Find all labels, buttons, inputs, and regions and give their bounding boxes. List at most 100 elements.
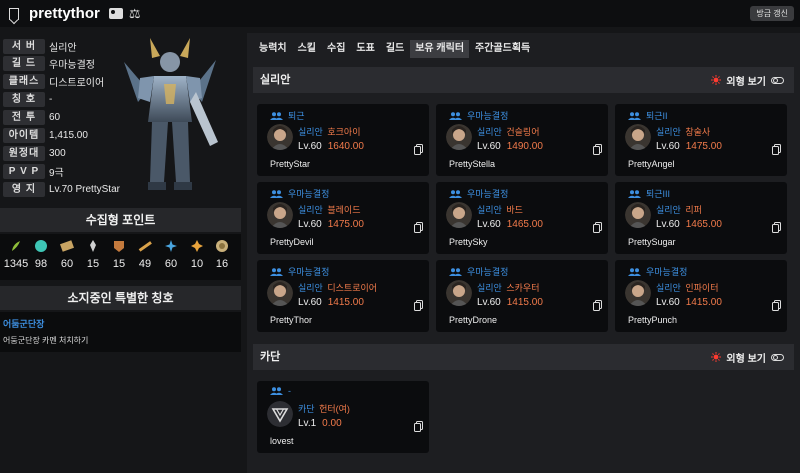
- id-card-icon[interactable]: [108, 8, 123, 19]
- info-label: 클래스: [3, 74, 45, 89]
- collect-point-value: 60: [60, 258, 74, 270]
- character-card[interactable]: 우마능결정 실리안 인파이터 Lv.60 1415.00 PrettyPunch: [615, 260, 787, 332]
- card-guild: 우마능결정: [449, 187, 508, 200]
- collect-point[interactable]: 10: [184, 234, 210, 270]
- bookmark-icon[interactable]: [9, 7, 19, 20]
- hunter-emblem-icon: [267, 401, 293, 427]
- copy-icon[interactable]: [414, 421, 423, 432]
- collect-point[interactable]: 1345: [3, 234, 29, 270]
- collect-point-value: 16: [215, 258, 229, 270]
- toggle-icon[interactable]: [771, 353, 784, 361]
- card-character-name: PrettySugar: [628, 237, 676, 247]
- collect-point-value: 10: [190, 258, 204, 270]
- copy-icon[interactable]: [414, 144, 423, 155]
- card-level-line: Lv.60 1475.00: [656, 141, 722, 152]
- card-character-name: PrettyStella: [449, 159, 496, 169]
- collect-point[interactable]: 60: [54, 234, 80, 270]
- card-level: Lv.60: [656, 297, 680, 308]
- info-value: Lv.70 PrettyStar: [49, 184, 120, 195]
- tab-skills[interactable]: 스킬: [293, 40, 321, 58]
- card-class: 창술사: [685, 127, 711, 137]
- scale-icon[interactable]: ⚖: [129, 7, 141, 20]
- card-server: 카단: [298, 404, 315, 414]
- mokoko-seed-icon: [12, 241, 20, 251]
- collect-point[interactable]: 15: [106, 234, 132, 270]
- card-guild: 우마능결정: [449, 109, 508, 122]
- special-title-item: 어둠군단장 어둠군단장 카멘 처치하기: [0, 312, 241, 352]
- copy-icon[interactable]: [414, 222, 423, 233]
- info-row-item-level: 아이템 1,415.00: [3, 127, 88, 144]
- copy-icon[interactable]: [593, 300, 602, 311]
- card-level-line: Lv.60 1490.00: [477, 141, 543, 152]
- card-guild-name: 우마능결정: [467, 111, 509, 121]
- card-level: Lv.60: [477, 297, 501, 308]
- collect-point-value: 1345: [3, 258, 29, 270]
- refresh-button[interactable]: 방금 갱신: [750, 6, 794, 21]
- card-server: 실리안: [656, 127, 681, 137]
- tab-guild[interactable]: 길드: [381, 40, 409, 58]
- character-card[interactable]: 우마능결정 실리안 바드 Lv.60 1465.00 PrettySky: [436, 182, 608, 254]
- character-card[interactable]: 우마능결정 실리안 스카우터 Lv.60 1415.00 PrettyDrone: [436, 260, 608, 332]
- copy-icon[interactable]: [772, 300, 781, 311]
- collect-point-value: 49: [138, 258, 152, 270]
- info-row-combat: 전 투 60: [3, 109, 60, 126]
- character-card[interactable]: 퇴근II 실리안 창술사 Lv.60 1475.00 PrettyAngel: [615, 104, 787, 176]
- tab-stats[interactable]: 능력치: [254, 40, 292, 58]
- character-card[interactable]: 퇴근III 실리안 리퍼 Lv.60 1465.00 PrettySugar: [615, 182, 787, 254]
- card-guild: 퇴근III: [628, 187, 670, 200]
- server-section-header: 실리안 외형 보기: [253, 67, 794, 93]
- character-name-title: prettythor: [29, 5, 100, 22]
- card-guild: 우마능결정: [449, 265, 508, 278]
- toggle-icon[interactable]: [771, 76, 784, 84]
- collect-point[interactable]: 16: [209, 234, 235, 270]
- card-class: 블레이드: [327, 205, 361, 215]
- tab-characters[interactable]: 보유 캐릭터: [410, 40, 470, 58]
- view-appearance-button[interactable]: 외형 보기: [711, 344, 784, 370]
- card-character-name: PrettyAngel: [628, 159, 675, 169]
- character-avatar: [625, 280, 651, 306]
- card-level-line: Lv.60 1475.00: [298, 219, 364, 230]
- guild-members-icon: [449, 189, 462, 198]
- collect-point[interactable]: 15: [80, 234, 106, 270]
- card-server: 실리안: [298, 283, 323, 293]
- card-level-line: Lv.60 1465.00: [477, 219, 543, 230]
- view-appearance-button[interactable]: 외형 보기: [711, 67, 784, 93]
- info-value: 9극: [49, 168, 64, 179]
- card-guild-name: 퇴근II: [646, 111, 668, 121]
- island-heart-icon: [35, 240, 47, 252]
- copy-icon[interactable]: [593, 222, 602, 233]
- card-guild-name: 우마능결정: [467, 267, 509, 277]
- collect-point[interactable]: 49: [132, 234, 158, 270]
- card-guild-name: 우마능결정: [288, 267, 330, 277]
- collect-point[interactable]: 98: [28, 234, 54, 270]
- info-row-server: 서 버 실리안: [3, 38, 77, 55]
- card-guild: 퇴근: [270, 109, 305, 122]
- card-guild: 우마능결정: [270, 265, 329, 278]
- copy-icon[interactable]: [414, 300, 423, 311]
- ignea-token-icon: [90, 240, 96, 252]
- sun-icon: [711, 352, 722, 362]
- character-card[interactable]: 우마능결정 실리안 디스트로이어 Lv.60 1415.00 PrettyThor: [257, 260, 429, 332]
- tab-charts[interactable]: 도표: [351, 40, 379, 58]
- card-guild: 우마능결정: [628, 265, 687, 278]
- card-level: Lv.60: [477, 141, 501, 152]
- card-item-level: 1465.00: [506, 219, 543, 230]
- character-card[interactable]: 퇴근 실리안 호크아이 Lv.60 1640.00 PrettyStar: [257, 104, 429, 176]
- card-item-level: 1640.00: [327, 141, 364, 152]
- card-server: 실리안: [477, 127, 502, 137]
- character-card[interactable]: 우마능결정실리안 건슬링어 Lv.60 1490.00 PrettyStella: [436, 104, 608, 176]
- copy-icon[interactable]: [593, 144, 602, 155]
- copy-icon[interactable]: [772, 222, 781, 233]
- copy-icon[interactable]: [772, 144, 781, 155]
- character-card[interactable]: 우마능결정 실리안 블레이드 Lv.60 1475.00 PrettyDevil: [257, 182, 429, 254]
- card-level-line: Lv.60 1415.00: [477, 297, 543, 308]
- card-class-line: 실리안 건슬링어: [477, 125, 539, 138]
- tab-collection[interactable]: 수집: [322, 40, 350, 58]
- collect-point-value: 15: [112, 258, 126, 270]
- card-level: Lv.1: [298, 418, 317, 429]
- card-item-level: 1490.00: [506, 141, 543, 152]
- collect-point[interactable]: 60: [158, 234, 184, 270]
- character-card[interactable]: - 카단 헌터(여) Lv.1 0.00 lovest: [257, 381, 429, 453]
- card-guild-name: 우마능결정: [646, 267, 688, 277]
- tab-weekly-gold[interactable]: 주간골드획득: [470, 40, 535, 58]
